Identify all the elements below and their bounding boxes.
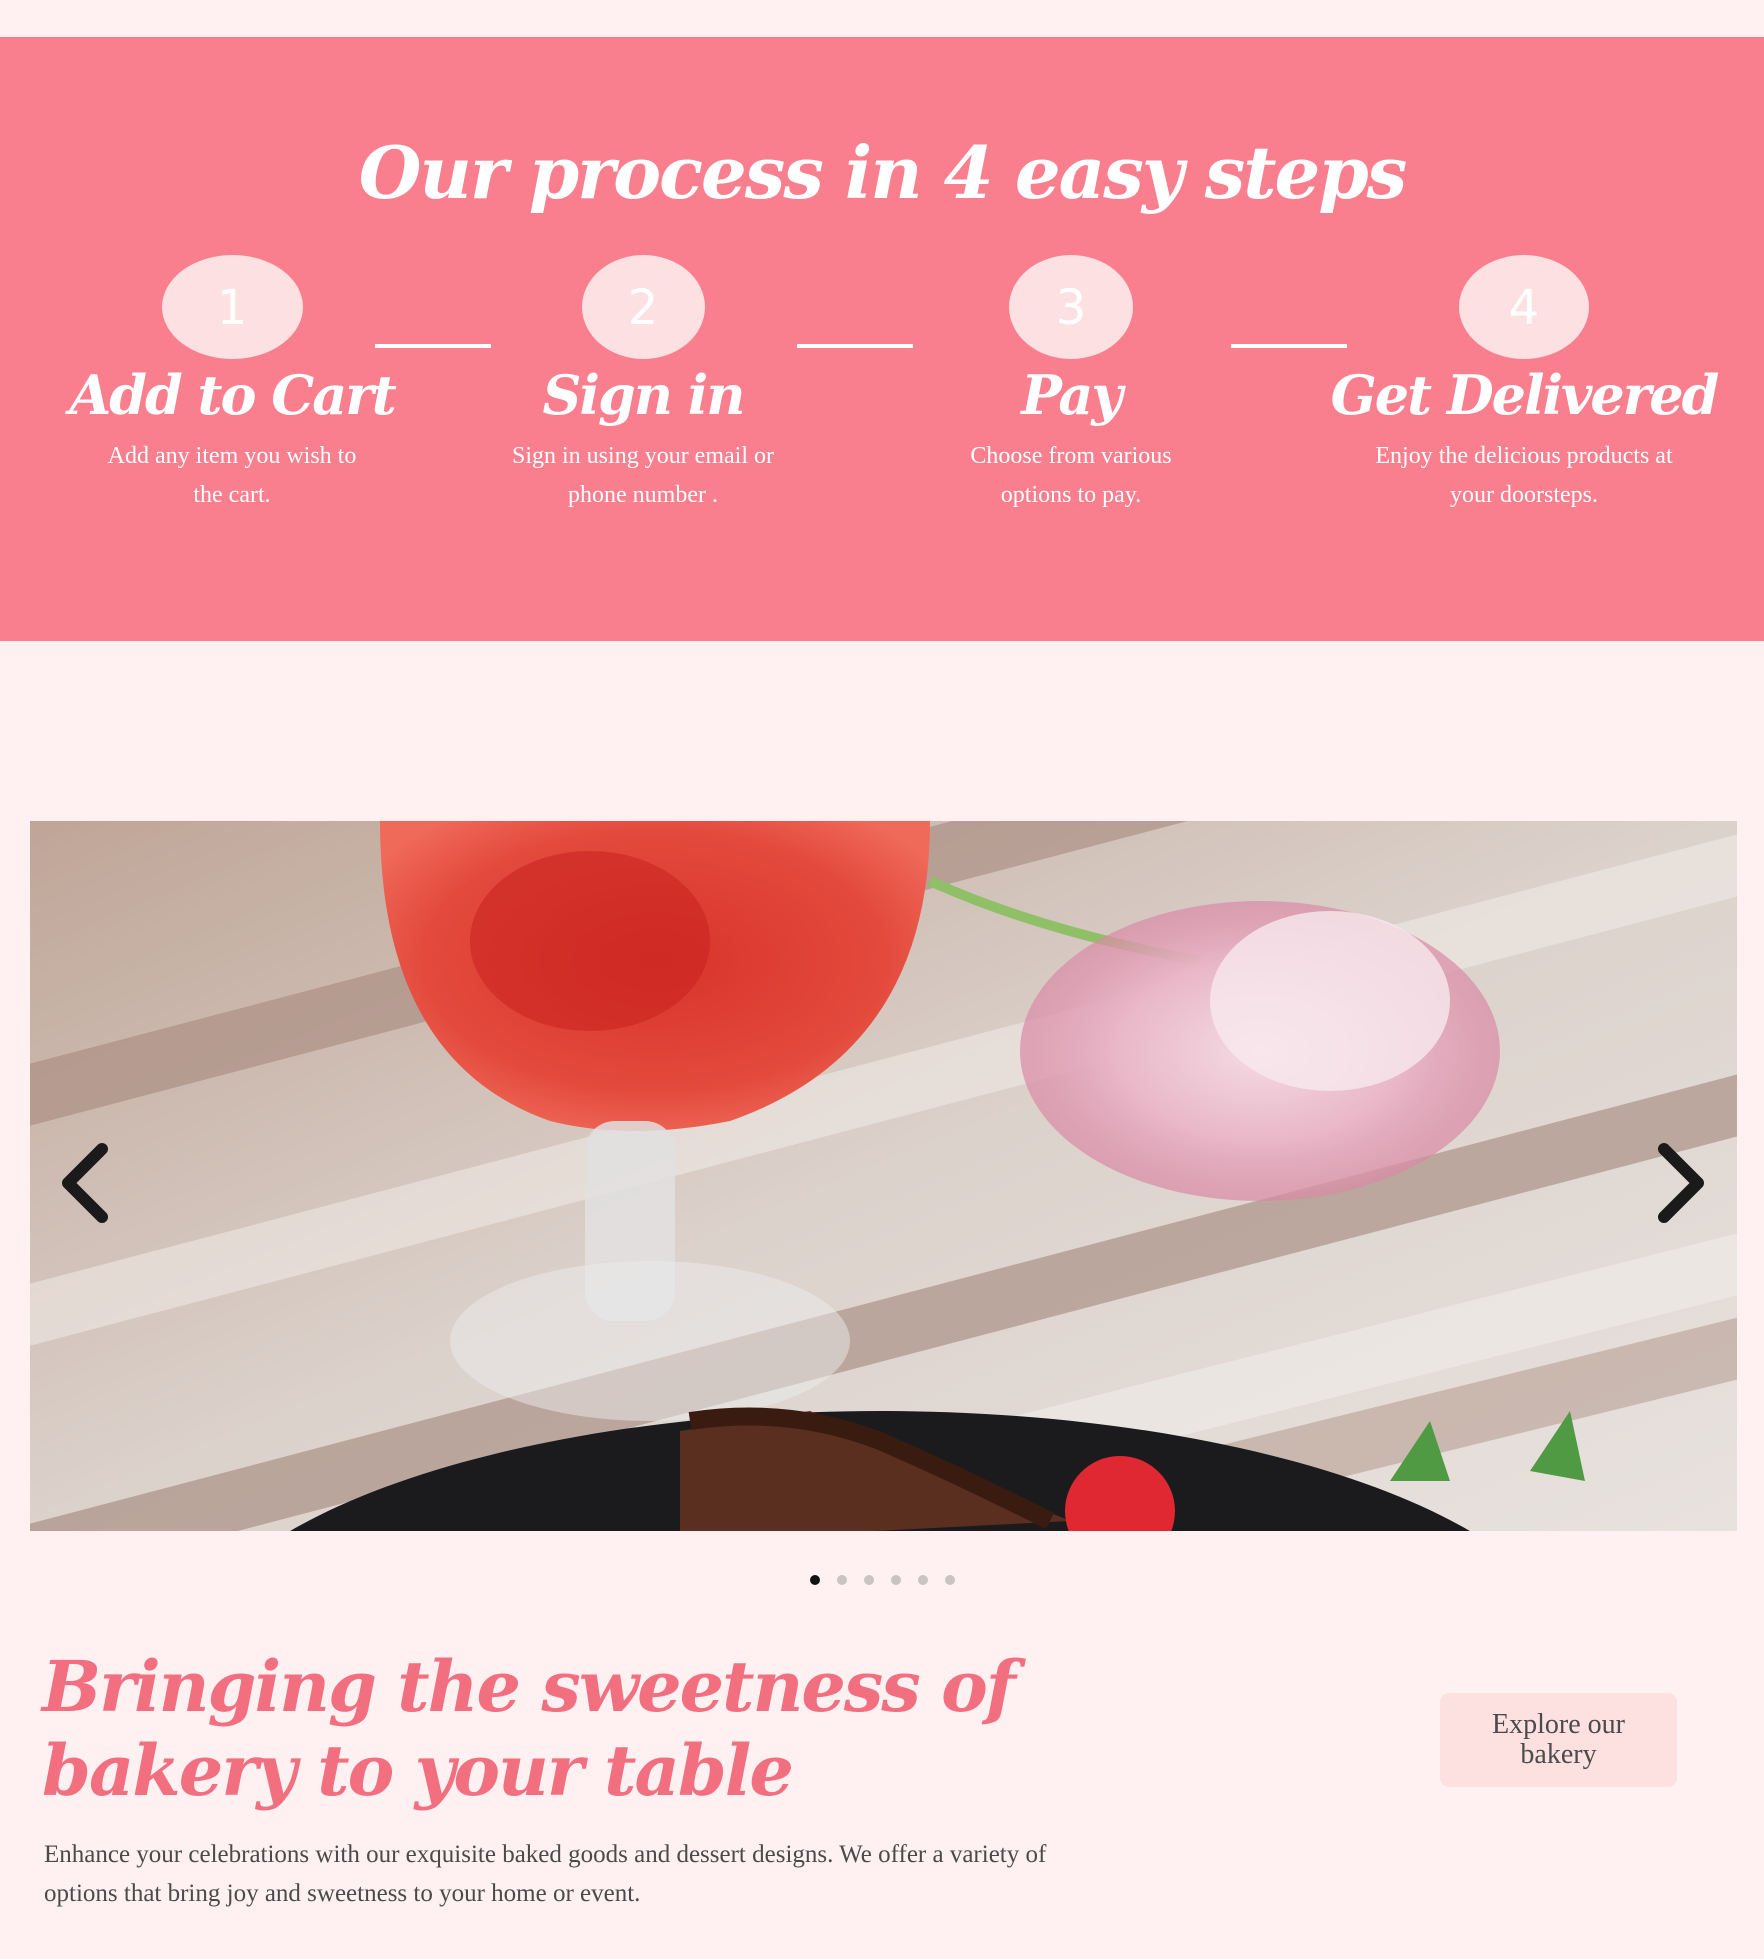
chevron-left-icon: [62, 1143, 108, 1223]
explore-bakery-button[interactable]: Explore our bakery: [1440, 1693, 1677, 1787]
carousel-prev-button[interactable]: [44, 1133, 124, 1233]
intro-text: Enhance your celebrations with our exqui…: [44, 1841, 1047, 1907]
carousel-pagination: [810, 1575, 955, 1585]
carousel-dot[interactable]: [810, 1575, 820, 1585]
step-description: Sign in using your email or phone number…: [512, 443, 774, 508]
step-number-badge: 3: [1009, 255, 1133, 359]
step-number-badge: 2: [581, 255, 705, 359]
carousel-slide-image: [30, 821, 1737, 1531]
step-title: Sign in: [542, 363, 745, 427]
carousel-dot[interactable]: [918, 1575, 928, 1585]
carousel-dot[interactable]: [945, 1575, 955, 1585]
step-title: Get Delivered: [1330, 363, 1720, 427]
step-get-delivered: 4 Get Delivered Enjoy the delicious prod…: [1324, 255, 1724, 515]
step-number-badge: 4: [1459, 255, 1589, 359]
process-section: Our process in 4 easy steps 1 Add to Car…: [0, 37, 1764, 641]
chevron-right-icon: [1658, 1143, 1704, 1223]
step-sign-in: 2 Sign in Sign in using your email or ph…: [443, 255, 843, 515]
step-description: Enjoy the delicious products at your doo…: [1375, 443, 1673, 508]
step-number-badge: 1: [161, 255, 303, 359]
step-pay: 3 Pay Choose from various options to pay…: [871, 255, 1271, 515]
carousel-dot[interactable]: [864, 1575, 874, 1585]
step-add-to-cart: 1 Add to Cart Add any item you wish to t…: [32, 255, 432, 515]
step-title: Pay: [1021, 363, 1123, 427]
carousel-dot[interactable]: [891, 1575, 901, 1585]
step-description: Add any item you wish to the cart.: [107, 443, 357, 508]
step-description: Choose from various options to pay.: [970, 443, 1172, 508]
carousel-dot[interactable]: [837, 1575, 847, 1585]
intro-headline: Bringing the sweetness of bakery to your…: [42, 1645, 1016, 1812]
process-title: Our process in 4 easy steps: [358, 130, 1407, 215]
image-carousel[interactable]: [30, 821, 1737, 1531]
step-title: Add to Cart: [69, 363, 396, 427]
carousel-next-button[interactable]: [1642, 1133, 1722, 1233]
